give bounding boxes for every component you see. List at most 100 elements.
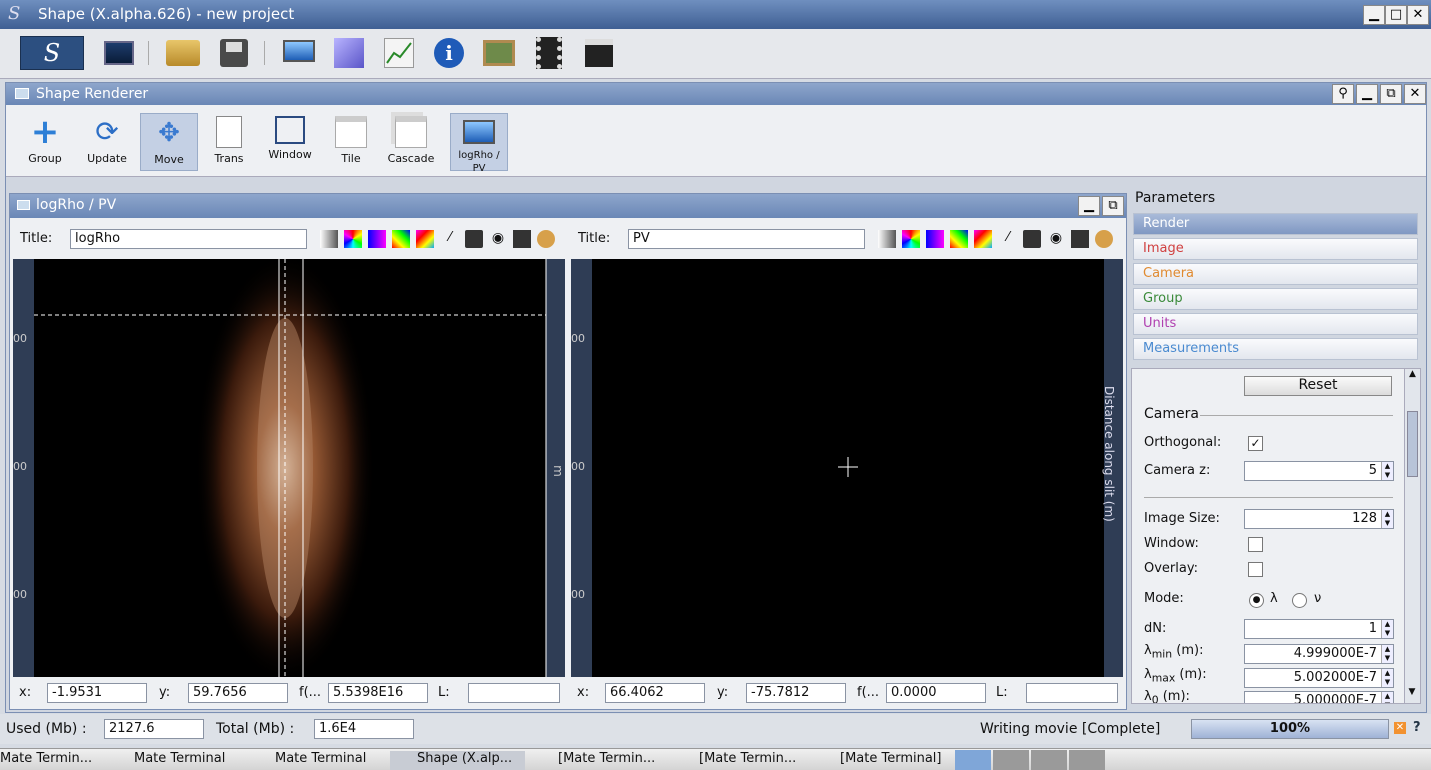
shape-logo-button[interactable]: S — [20, 36, 84, 70]
rainbow-palette-icon[interactable] — [902, 230, 920, 248]
rainbow-palette-icon[interactable] — [344, 230, 362, 248]
mode-nu-radio[interactable] — [1292, 593, 1307, 608]
category-units[interactable]: Units — [1133, 313, 1418, 335]
monitor-icon[interactable] — [283, 40, 315, 62]
taskbar-item-active[interactable]: Shape (X.alp... — [390, 751, 525, 770]
category-camera[interactable]: Camera — [1133, 263, 1418, 285]
grayscale-palette-icon[interactable] — [878, 230, 896, 248]
spinner-arrows-icon[interactable]: ▲▼ — [1381, 510, 1393, 528]
window-button[interactable]: Window — [261, 113, 319, 171]
scroll-down-icon[interactable]: ▼ — [1405, 687, 1419, 703]
title-input[interactable]: logRho — [70, 229, 307, 249]
eye-icon[interactable]: ◉ — [489, 230, 507, 248]
overlay-checkbox[interactable] — [1248, 562, 1263, 577]
workspace-2[interactable] — [993, 750, 1029, 770]
spinner-arrows-icon[interactable]: ▲▼ — [1381, 620, 1393, 638]
workspace-1[interactable] — [955, 750, 991, 770]
scrollbar-thumb[interactable] — [1407, 411, 1418, 477]
logrho-panel: Title: logRho ⁄ ◉ 00 00 00 m x: -1.9531 … — [13, 220, 565, 709]
blue-magenta-palette-icon[interactable] — [368, 230, 386, 248]
y-tick-label: 00 — [571, 588, 585, 601]
paint-palette-icon[interactable] — [537, 230, 555, 248]
spectrum-palette-icon[interactable] — [950, 230, 968, 248]
camera-z-input[interactable]: 5 ▲ ▼ — [1244, 461, 1394, 481]
update-button[interactable]: ⟳ Update — [78, 113, 136, 171]
image-size-input[interactable]: 128 ▲ ▼ — [1244, 509, 1394, 529]
info-icon[interactable]: i — [434, 38, 464, 68]
image-icon[interactable] — [465, 230, 483, 248]
taskbar-item[interactable]: [Mate Terminal] — [814, 751, 949, 770]
y-label: y: — [717, 685, 729, 700]
cube-icon[interactable] — [334, 38, 364, 68]
logrho-pv-window: logRho / PV ▁ ⧉ Title: logRho ⁄ ◉ 00 00 … — [9, 193, 1127, 710]
spinner-arrows-icon[interactable]: ▲▼ — [1381, 645, 1393, 663]
window-icon[interactable] — [104, 41, 134, 65]
group-button[interactable]: + Group — [16, 113, 74, 171]
logrho-pv-button[interactable]: logRho / PV — [450, 113, 508, 174]
logrho-plot[interactable]: 00 00 00 m — [13, 253, 565, 683]
chart-icon[interactable] — [384, 38, 414, 68]
lambda-min-input[interactable]: 4.999000E-7 ▲ ▼ — [1244, 644, 1394, 664]
tile-button[interactable]: Tile — [322, 113, 380, 171]
l-label: L: — [438, 685, 450, 700]
wand-icon[interactable]: ⁄ — [441, 230, 459, 248]
paint-palette-icon[interactable] — [1095, 230, 1113, 248]
lambda-0-input[interactable]: 5.000000E-7▲▼ — [1244, 691, 1394, 703]
move-button[interactable]: ✥ Move — [140, 113, 198, 171]
renderer-minimize-button[interactable]: ▁ — [1356, 84, 1378, 104]
spinner-arrows-icon[interactable]: ▲▼ — [1381, 669, 1393, 687]
film-strip-icon[interactable] — [536, 37, 562, 69]
hue-palette-icon[interactable] — [974, 230, 992, 248]
trans-button[interactable]: Trans — [200, 113, 258, 171]
window-checkbox[interactable] — [1248, 537, 1263, 552]
hue-palette-icon[interactable] — [416, 230, 434, 248]
scrollbar[interactable]: ▲ ▼ — [1404, 369, 1420, 703]
cascade-button[interactable]: Cascade — [382, 113, 440, 171]
help-icon[interactable]: ? — [1413, 720, 1421, 735]
wand-icon[interactable]: ⁄ — [999, 230, 1017, 248]
open-folder-icon[interactable] — [166, 40, 200, 66]
spectrum-palette-icon[interactable] — [392, 230, 410, 248]
workspace-4[interactable] — [1069, 750, 1105, 770]
close-button[interactable]: ✕ — [1407, 5, 1429, 25]
save-icon[interactable] — [1071, 230, 1089, 248]
save-icon[interactable] — [513, 230, 531, 248]
taskbar-item[interactable]: [Mate Termin... — [673, 751, 808, 770]
taskbar-item[interactable]: Mate Termin... — [0, 751, 100, 770]
clapperboard-icon[interactable] — [585, 39, 613, 67]
taskbar-item[interactable]: Mate Terminal — [249, 751, 379, 770]
y-value: -75.7812 — [746, 683, 846, 703]
category-group[interactable]: Group — [1133, 288, 1418, 310]
pv-restore-button[interactable]: ⧉ — [1102, 196, 1124, 216]
category-measurements[interactable]: Measurements — [1133, 338, 1418, 360]
category-image[interactable]: Image — [1133, 238, 1418, 260]
taskbar-item[interactable]: [Mate Termin... — [532, 751, 667, 770]
scroll-up-icon[interactable]: ▲ — [1405, 369, 1420, 385]
maximize-button[interactable]: □ — [1385, 5, 1407, 25]
save-disk-icon[interactable] — [220, 39, 248, 67]
pin-button[interactable]: ⚲ — [1332, 84, 1354, 104]
monitor-icon — [17, 200, 30, 210]
grayscale-palette-icon[interactable] — [320, 230, 338, 248]
blue-magenta-palette-icon[interactable] — [926, 230, 944, 248]
stop-icon[interactable]: ✕ — [1394, 722, 1406, 734]
pv-minimize-button[interactable]: ▁ — [1078, 196, 1100, 216]
spinner-arrows-icon[interactable]: ▲▼ — [1381, 462, 1393, 480]
taskbar-item[interactable]: Mate Terminal — [108, 751, 238, 770]
pv-plot[interactable]: 00 00 00 Distance along slit (m) — [571, 259, 1123, 677]
spinner-arrows-icon[interactable]: ▲▼ — [1381, 692, 1393, 703]
dn-input[interactable]: 1 ▲ ▼ — [1244, 619, 1394, 639]
mode-lambda-radio[interactable]: ● — [1249, 593, 1264, 608]
image-icon[interactable] — [1023, 230, 1041, 248]
renderer-close-button[interactable]: ✕ — [1404, 84, 1426, 104]
renderer-restore-button[interactable]: ⧉ — [1380, 84, 1402, 104]
title-input[interactable]: PV — [628, 229, 865, 249]
reset-button[interactable]: Reset — [1244, 376, 1392, 396]
workspace-3[interactable] — [1031, 750, 1067, 770]
minimize-button[interactable]: ▁ — [1363, 5, 1385, 25]
lambda-max-input[interactable]: 5.002000E-7 ▲ ▼ — [1244, 668, 1394, 688]
eye-icon[interactable]: ◉ — [1047, 230, 1065, 248]
orthogonal-checkbox[interactable]: ✓ — [1248, 436, 1263, 451]
category-render[interactable]: Render — [1133, 213, 1418, 235]
chalkboard-icon[interactable] — [483, 40, 515, 66]
